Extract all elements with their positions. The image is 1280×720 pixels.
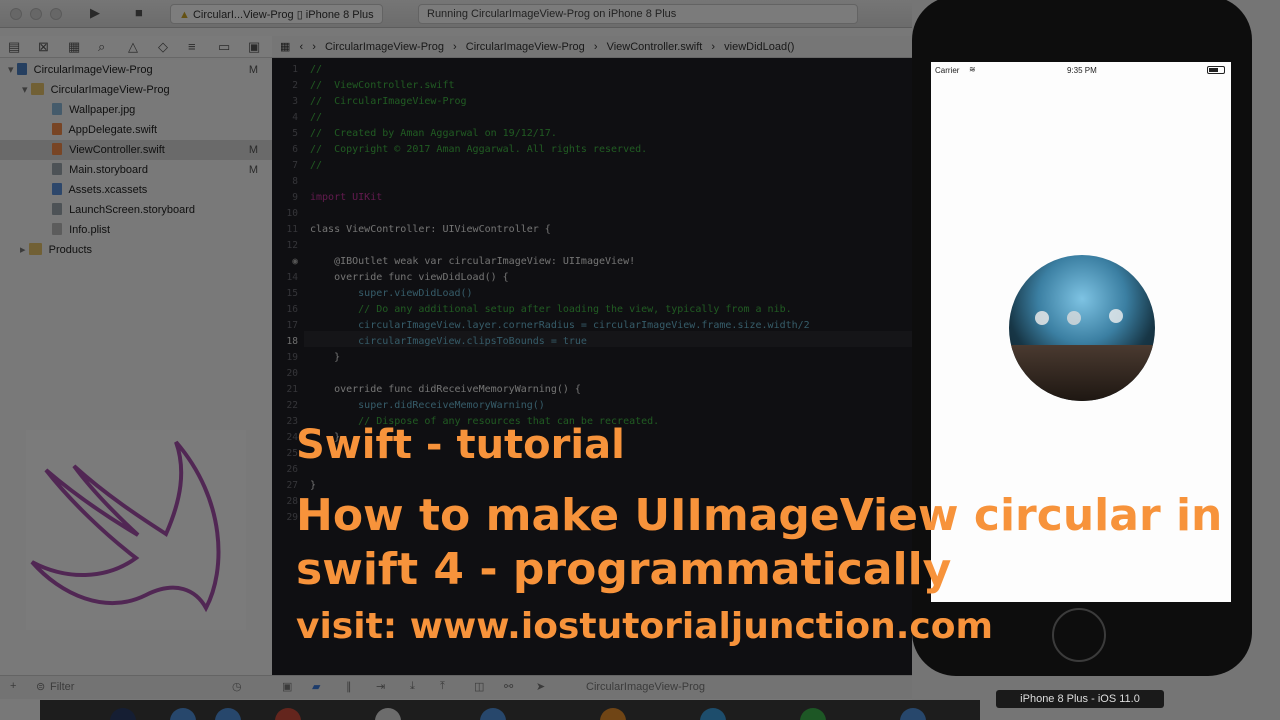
wooden-deck-image [1009,345,1155,401]
wifi-icon: ≋ [969,65,976,74]
ios-status-bar: Carrier ≋ 9:35 PM [931,62,1231,80]
carrier-label: Carrier [935,66,960,75]
xcode-screen: ▶ ■ ▲ CircularI...View-Prog ▯ iPhone 8 P… [0,0,1280,720]
overlay-website: visit: www.iostutorialjunction.com [296,606,993,647]
simulator-device-label: iPhone 8 Plus - iOS 11.0 [996,690,1164,708]
overlay-title: Swift - tutorial [296,422,625,468]
bokeh-light [1035,311,1049,325]
overlay-headline-2: swift 4 - programmatically [296,544,952,595]
iphone-simulator: Carrier ≋ 9:35 PM [912,0,1252,676]
overlay-headline: How to make UIImageView circular in [296,490,1223,541]
circular-image-view [1009,255,1155,401]
time-label: 9:35 PM [1067,66,1097,75]
bokeh-light [1067,311,1081,325]
battery-icon [1207,66,1225,74]
bokeh-light [1109,309,1123,323]
home-button[interactable] [1052,608,1106,662]
